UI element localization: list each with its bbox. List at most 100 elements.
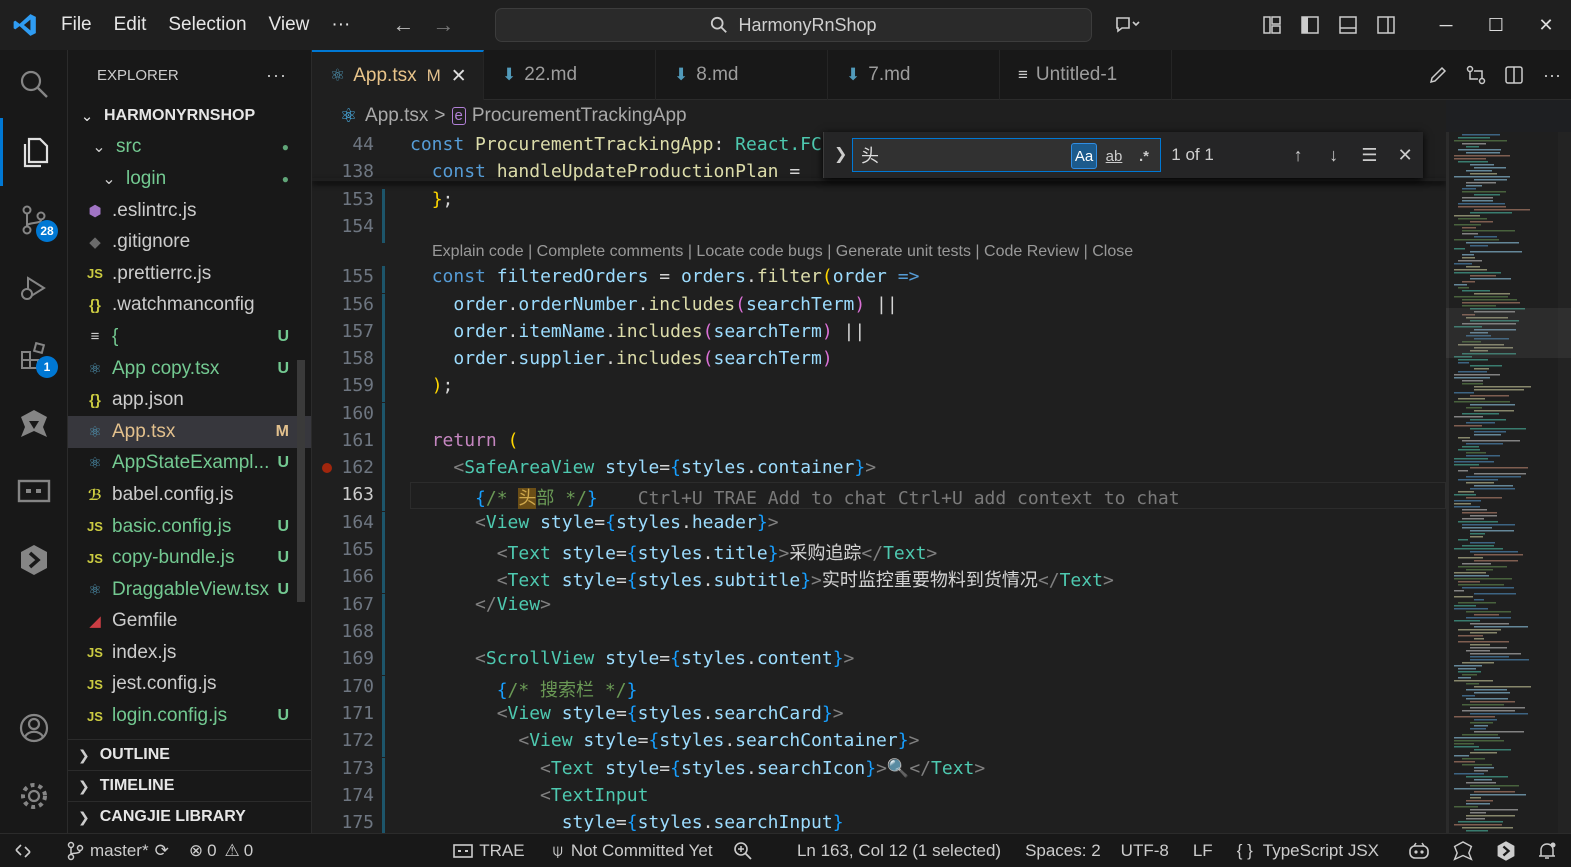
edit-pencil-icon[interactable] xyxy=(1419,50,1457,100)
tree-item[interactable]: JS copy-bundle.js U xyxy=(68,542,311,574)
tree-item[interactable]: ⬢ .eslintrc.js xyxy=(68,195,311,227)
code-editor[interactable]: Explain code | Complete comments | Locat… xyxy=(312,132,1446,833)
tree-item[interactable]: {} app.json xyxy=(68,384,311,416)
breadcrumb-file[interactable]: App.tsx xyxy=(365,105,428,127)
match-case-button[interactable]: Aa xyxy=(1071,143,1097,169)
menu-file[interactable]: File xyxy=(50,0,103,50)
toggle-primary-sidebar-icon[interactable] xyxy=(1291,0,1329,50)
find-input[interactable]: 头 Aa ab .* xyxy=(852,138,1162,172)
forward-arrow-icon[interactable]: → xyxy=(423,12,463,38)
sync-icon[interactable]: ⟳ xyxy=(155,841,169,861)
timeline-section[interactable]: ❯ TIMELINE xyxy=(68,770,311,801)
code-line[interactable]: 172 <View style={styles.searchContainer}… xyxy=(312,730,1446,757)
command-center-search[interactable]: HarmonyRnShop xyxy=(495,8,1092,42)
tree-item[interactable]: {} .watchmanconfig xyxy=(68,290,311,322)
code-line[interactable]: 169 <ScrollView style={styles.content}> xyxy=(312,648,1446,675)
code-line[interactable]: 175 style={styles.searchInput} xyxy=(312,812,1446,833)
tree-item[interactable]: JS basic.config.js U xyxy=(68,511,311,543)
code-line[interactable]: 160 xyxy=(312,403,1446,430)
menu-edit[interactable]: Edit xyxy=(103,0,158,50)
trae-status[interactable]: TRAE xyxy=(443,841,534,861)
code-line[interactable]: 158 order.supplier.includes(searchTerm) xyxy=(312,348,1446,375)
code-line[interactable]: 163 {/* 头部 */} Ctrl+U TRAE Add to chat Ct… xyxy=(312,484,1446,511)
close-tab-icon[interactable]: ✕ xyxy=(451,65,467,88)
code-line[interactable]: 155 const filteredOrders = orders.filter… xyxy=(312,266,1446,293)
language-mode[interactable]: { } TypeScript JSX xyxy=(1227,841,1389,861)
zoom-icon[interactable] xyxy=(723,841,763,861)
settings-gear-icon[interactable] xyxy=(0,762,68,830)
ai-codelens[interactable]: Explain code | Complete comments | Locat… xyxy=(432,243,1133,261)
previous-match-arrow-icon[interactable]: ↑ xyxy=(1280,137,1316,173)
trae-ai-icon[interactable] xyxy=(0,390,68,458)
code-line[interactable]: 162 <SafeAreaView style={styles.containe… xyxy=(312,457,1446,484)
project-root[interactable]: ⌄ HARMONYRNSHOP xyxy=(68,100,311,132)
use-regex-button[interactable]: .* xyxy=(1131,143,1157,169)
next-match-arrow-icon[interactable]: ↓ xyxy=(1316,137,1352,173)
code-line[interactable]: 168 xyxy=(312,621,1446,648)
tab-untitled-1[interactable]: ≡ Untitled-1 xyxy=(1000,50,1172,100)
menu-selection[interactable]: Selection xyxy=(157,0,257,50)
tree-item[interactable]: ≡ {U xyxy=(68,321,311,353)
tab-app-tsx[interactable]: ⚛ App.tsx M ✕ xyxy=(312,50,484,100)
problems-status[interactable]: ⊗ 0 ⚠ 0 xyxy=(179,841,263,861)
code-line[interactable]: 174 <TextInput xyxy=(312,785,1446,812)
tab-8-md[interactable]: ⬇ 8.md xyxy=(656,50,828,100)
remote-explorer-icon[interactable] xyxy=(0,458,68,526)
tree-item[interactable]: JS login.config.js U xyxy=(68,700,311,732)
tree-item[interactable]: ⌄ login ● xyxy=(68,163,311,195)
tree-item[interactable]: ⚛ DraggableView.tsx U xyxy=(68,574,311,606)
minimize-icon[interactable]: ─ xyxy=(1421,0,1471,50)
explorer-more-icon[interactable]: ··· xyxy=(266,65,287,86)
tree-item[interactable]: ⚛ AppStateExampl... U xyxy=(68,448,311,480)
tree-item[interactable]: JS index.js xyxy=(68,637,311,669)
git-blame-status[interactable]: ⍦ Not Committed Yet xyxy=(543,841,723,861)
code-line[interactable]: 156 order.orderNumber.includes(searchTer… xyxy=(312,294,1446,321)
tree-item[interactable]: ◢ Gemfile xyxy=(68,606,311,638)
code-line[interactable]: 167 </View> xyxy=(312,594,1446,621)
cangjie-status-icon[interactable] xyxy=(1485,840,1527,862)
git-branch-status[interactable]: master* ⟳ xyxy=(56,841,179,861)
compare-changes-icon[interactable] xyxy=(1457,50,1495,100)
tree-item[interactable]: JS .prettierrc.js xyxy=(68,258,311,290)
breadcrumb-symbol[interactable]: ProcurementTrackingApp xyxy=(472,105,687,127)
cursor-position[interactable]: Ln 163, Col 12 (1 selected) xyxy=(787,841,1011,861)
remote-indicator-icon[interactable] xyxy=(0,842,42,860)
indentation[interactable]: Spaces: 2 xyxy=(1015,841,1111,861)
extensions-icon[interactable]: 1 xyxy=(0,322,68,390)
breakpoint-icon[interactable] xyxy=(322,463,332,473)
tab-7-md[interactable]: ⬇ 7.md xyxy=(828,50,1000,100)
accounts-icon[interactable] xyxy=(0,694,68,762)
tree-item[interactable]: ⌄ src ● xyxy=(68,132,311,164)
outline-section[interactable]: ❯ OUTLINE xyxy=(68,739,311,770)
code-line[interactable]: 165 <Text style={styles.title}>采购追踪</Tex… xyxy=(312,539,1446,566)
match-whole-word-button[interactable]: ab xyxy=(1101,143,1127,169)
file-encoding[interactable]: UTF-8 xyxy=(1111,841,1179,861)
code-line[interactable]: 170 {/* 搜索栏 */} xyxy=(312,676,1446,703)
source-control-icon[interactable]: 28 xyxy=(0,186,68,254)
tree-item[interactable]: ◆ .gitignore xyxy=(68,226,311,258)
code-line[interactable]: 154 xyxy=(312,216,1446,243)
close-find-icon[interactable]: ✕ xyxy=(1387,137,1423,173)
editor-scrollbar[interactable] xyxy=(1558,132,1571,833)
maximize-icon[interactable]: ☐ xyxy=(1471,0,1521,50)
back-arrow-icon[interactable]: ← xyxy=(383,12,423,38)
code-line[interactable]: 166 <Text style={styles.subtitle}>实时监控重要… xyxy=(312,566,1446,593)
toggle-panel-icon[interactable] xyxy=(1329,0,1367,50)
cangjie-extension-icon[interactable] xyxy=(0,526,68,594)
split-editor-icon[interactable] xyxy=(1495,50,1533,100)
code-line[interactable]: 157 order.itemName.includes(searchTerm) … xyxy=(312,321,1446,348)
copilot-chat-icon[interactable] xyxy=(1108,0,1146,50)
sidebar-scrollbar[interactable] xyxy=(297,360,305,602)
tree-item[interactable]: ℬbabel.config.js xyxy=(68,479,311,511)
code-line[interactable]: 173 <Text style={styles.searchIcon}>🔍</T… xyxy=(312,758,1446,785)
tab-22-md[interactable]: ⬇ 22.md xyxy=(484,50,656,100)
menu-view[interactable]: View xyxy=(258,0,321,50)
more-actions-icon[interactable]: ··· xyxy=(1533,50,1571,100)
search-view-icon[interactable] xyxy=(0,50,68,118)
notifications-bell-icon[interactable] xyxy=(1527,841,1571,861)
copilot-status-icon[interactable] xyxy=(1397,841,1441,861)
code-line[interactable]: 159 ); xyxy=(312,375,1446,402)
end-of-line[interactable]: LF xyxy=(1183,841,1223,861)
close-window-icon[interactable]: ✕ xyxy=(1521,0,1571,50)
explorer-view-icon[interactable] xyxy=(0,118,68,186)
